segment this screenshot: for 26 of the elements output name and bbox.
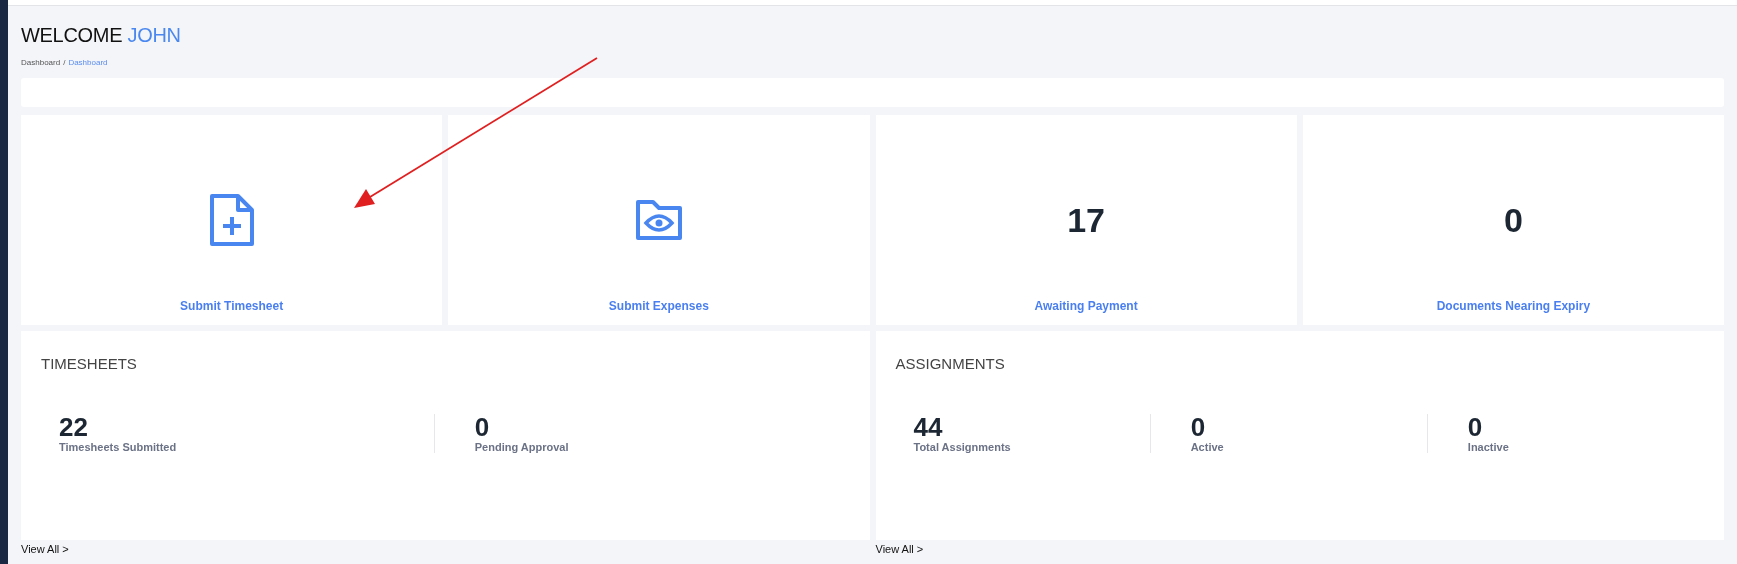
view-all-link[interactable]: View All > (21, 543, 69, 555)
view-all-link[interactable]: View All > (875, 543, 924, 555)
breadcrumb-link[interactable]: Dashboard (21, 58, 61, 67)
stat-value: 0 (1190, 414, 1207, 440)
page-title: WELCOME JOHN (21, 24, 182, 47)
file-plus-icon (208, 193, 255, 247)
stat-label: Pending Approval (474, 441, 570, 453)
card-link[interactable]: Documents Nearing Expiry (1436, 299, 1591, 313)
panel-title: ASSIGNMENTS (895, 355, 1006, 372)
stat-value: 22 (59, 414, 89, 440)
count-value: 17 (1067, 200, 1106, 240)
card-link[interactable]: Submit Expenses (608, 299, 709, 313)
card-link[interactable]: Awaiting Payment (1034, 299, 1138, 313)
breadcrumb-link[interactable]: Dashboard (68, 58, 108, 67)
breadcrumb-separator: / (63, 58, 66, 67)
stat-value: 44 (913, 414, 944, 440)
folder-eye-icon (634, 199, 683, 241)
card-link[interactable]: Submit Timesheet (180, 299, 284, 313)
stat-value: 0 (1467, 414, 1484, 440)
stat-value: 0 (474, 414, 491, 440)
panel-title: TIMESHEETS (41, 355, 138, 372)
stat-label: Total Assignments (913, 441, 1012, 453)
stat-label: Inactive (1467, 441, 1510, 453)
stat-label: Timesheets Submitted (59, 441, 178, 453)
stat-label: Active (1190, 441, 1225, 453)
count-value: 0 (1503, 200, 1523, 240)
